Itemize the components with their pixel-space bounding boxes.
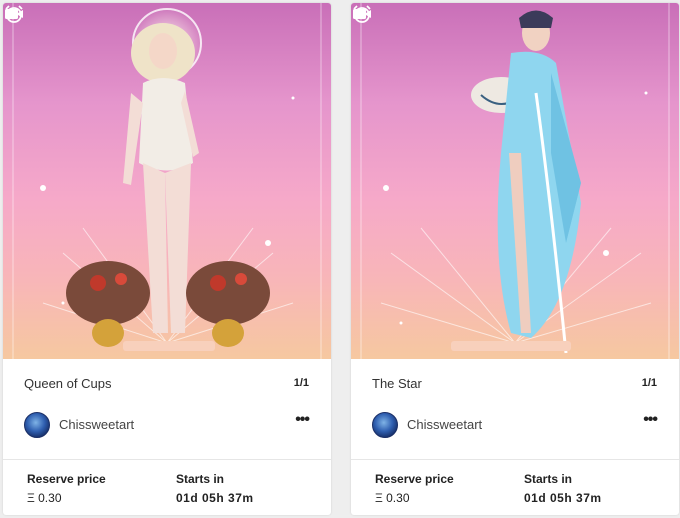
divider — [351, 459, 679, 460]
card-info: Queen of Cups 1/1 Chissweetart ••• Reser… — [3, 359, 331, 515]
creator-name[interactable]: Chissweetart — [407, 417, 482, 432]
starts-in-countdown: 01d 05h 37m — [524, 491, 602, 505]
creator-avatar[interactable] — [24, 412, 50, 438]
more-options-icon[interactable]: ••• — [643, 411, 658, 429]
artwork-title[interactable]: Queen of Cups — [24, 376, 111, 391]
reserve-price-label: Reserve price — [27, 472, 106, 486]
edition-count: 1/1 — [293, 377, 309, 389]
video-camera-icon — [5, 9, 23, 19]
artwork-image[interactable] — [3, 3, 331, 359]
artwork-image[interactable] — [351, 3, 679, 359]
nft-card[interactable]: The Star 1/1 Chissweetart ••• Reserve pr… — [351, 3, 679, 515]
nft-card[interactable]: Queen of Cups 1/1 Chissweetart ••• Reser… — [3, 3, 331, 515]
more-options-icon[interactable]: ••• — [295, 411, 310, 429]
edition-count: 1/1 — [641, 377, 657, 389]
reserve-price-value: Ξ 0.30 — [375, 491, 410, 505]
divider — [3, 459, 331, 460]
reserve-price-value: Ξ 0.30 — [27, 491, 62, 505]
starts-in-label: Starts in — [176, 472, 225, 486]
creator-name[interactable]: Chissweetart — [59, 417, 134, 432]
card-info: The Star 1/1 Chissweetart ••• Reserve pr… — [351, 359, 679, 515]
starts-in-label: Starts in — [524, 472, 573, 486]
video-camera-icon — [353, 9, 371, 19]
artwork-title[interactable]: The Star — [372, 376, 422, 391]
reserve-price-label: Reserve price — [375, 472, 454, 486]
creator-avatar[interactable] — [372, 412, 398, 438]
starts-in-countdown: 01d 05h 37m — [176, 491, 254, 505]
